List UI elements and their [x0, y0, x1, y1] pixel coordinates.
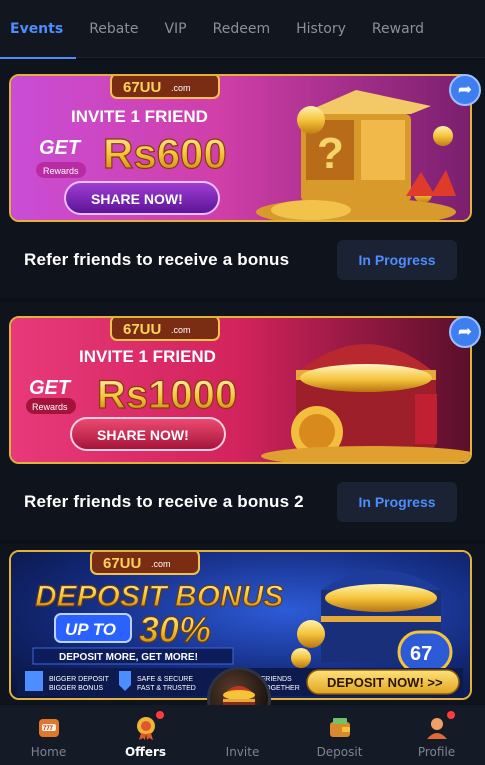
svg-text:67: 67: [410, 643, 432, 665]
event-banner-invite-1000[interactable]: 67UU .com INVITE 1 FRIEND GET Rewards Rs…: [9, 316, 472, 464]
svg-text:?: ?: [317, 129, 344, 178]
wallet-icon: [327, 715, 353, 741]
svg-text:SAFE & SECURE: SAFE & SECURE: [137, 676, 193, 683]
svg-text:.com: .com: [171, 325, 191, 335]
event-title: Refer friends to receive a bonus 2: [24, 492, 304, 511]
svg-text:67UU: 67UU: [103, 555, 141, 572]
svg-text:30%: 30%: [139, 609, 211, 650]
tab-vip[interactable]: VIP: [151, 0, 199, 58]
svg-text:GET: GET: [39, 137, 82, 159]
share-icon[interactable]: ➦: [449, 74, 481, 106]
svg-text:.com: .com: [171, 83, 191, 93]
svg-text:Rewards: Rewards: [32, 402, 68, 412]
user-icon: [424, 715, 450, 741]
tab-bar: Events Rebate VIP Redeem History Reward: [0, 0, 485, 59]
svg-text:DEPOSIT MORE, GET MORE!: DEPOSIT MORE, GET MORE!: [59, 652, 198, 663]
nav-home[interactable]: 777 Home: [0, 715, 97, 759]
svg-text:Rewards: Rewards: [43, 166, 79, 176]
svg-text:INVITE 1 FRIEND: INVITE 1 FRIEND: [79, 347, 216, 366]
event-banner-invite-600[interactable]: ? 67UU .com INVITE 1 FRIEND GET Rewards …: [9, 74, 472, 222]
event-info-row: Refer friends to receive a bonus In Prog…: [0, 222, 485, 298]
event-card: 67UU .com INVITE 1 FRIEND GET Rewards Rs…: [0, 302, 485, 540]
event-card: ? 67UU .com INVITE 1 FRIEND GET Rewards …: [0, 60, 485, 298]
svg-text:UP TO: UP TO: [65, 620, 116, 639]
svg-text:Rs600: Rs600: [103, 130, 227, 177]
gift-medal-icon: [133, 715, 159, 741]
svg-text:GET: GET: [29, 377, 72, 399]
tab-history[interactable]: History: [283, 0, 359, 58]
svg-text:BIGGER BONUS: BIGGER BONUS: [49, 685, 103, 692]
banner-art: 67UU .com INVITE 1 FRIEND GET Rewards Rs…: [11, 318, 470, 462]
nav-invite[interactable]: Invite: [194, 715, 291, 759]
status-button[interactable]: In Progress: [337, 482, 457, 522]
svg-text:67UU: 67UU: [123, 79, 161, 96]
svg-text:67UU: 67UU: [123, 321, 161, 338]
event-info-row: Refer friends to receive a bonus 2 In Pr…: [0, 464, 485, 540]
slot-machine-icon: 777: [36, 715, 62, 741]
svg-text:.com: .com: [151, 559, 171, 569]
bottom-navigation: 777 Home Offers Invite Deposit Profile: [0, 705, 485, 765]
tab-redeem[interactable]: Redeem: [200, 0, 283, 58]
svg-text:BIGGER DEPOSIT: BIGGER DEPOSIT: [49, 676, 110, 683]
share-icon[interactable]: ➦: [449, 316, 481, 348]
svg-text:777: 777: [43, 726, 54, 732]
tab-events[interactable]: Events: [0, 0, 77, 59]
svg-text:INVITE 1 FRIEND: INVITE 1 FRIEND: [71, 107, 208, 126]
nav-profile[interactable]: Profile: [388, 711, 485, 759]
banner-art: ? 67UU .com INVITE 1 FRIEND GET Rewards …: [11, 76, 470, 220]
event-title: Refer friends to receive a bonus: [24, 250, 290, 269]
svg-text:Rs1000: Rs1000: [97, 373, 237, 417]
nav-offers[interactable]: Offers: [97, 711, 194, 759]
notification-dot: [156, 711, 164, 719]
svg-text:DEPOSIT NOW! >>: DEPOSIT NOW! >>: [327, 675, 443, 690]
tab-reward[interactable]: Reward: [359, 0, 437, 58]
notification-dot: [447, 711, 455, 719]
svg-text:FAST & TRUSTED: FAST & TRUSTED: [137, 685, 196, 692]
tab-rebate[interactable]: Rebate: [76, 0, 151, 58]
svg-text:SHARE NOW!: SHARE NOW!: [97, 427, 189, 443]
status-button[interactable]: In Progress: [337, 240, 457, 280]
nav-deposit[interactable]: Deposit: [291, 715, 388, 759]
svg-text:SHARE NOW!: SHARE NOW!: [91, 191, 183, 207]
events-list: ? 67UU .com INVITE 1 FRIEND GET Rewards …: [0, 60, 485, 705]
